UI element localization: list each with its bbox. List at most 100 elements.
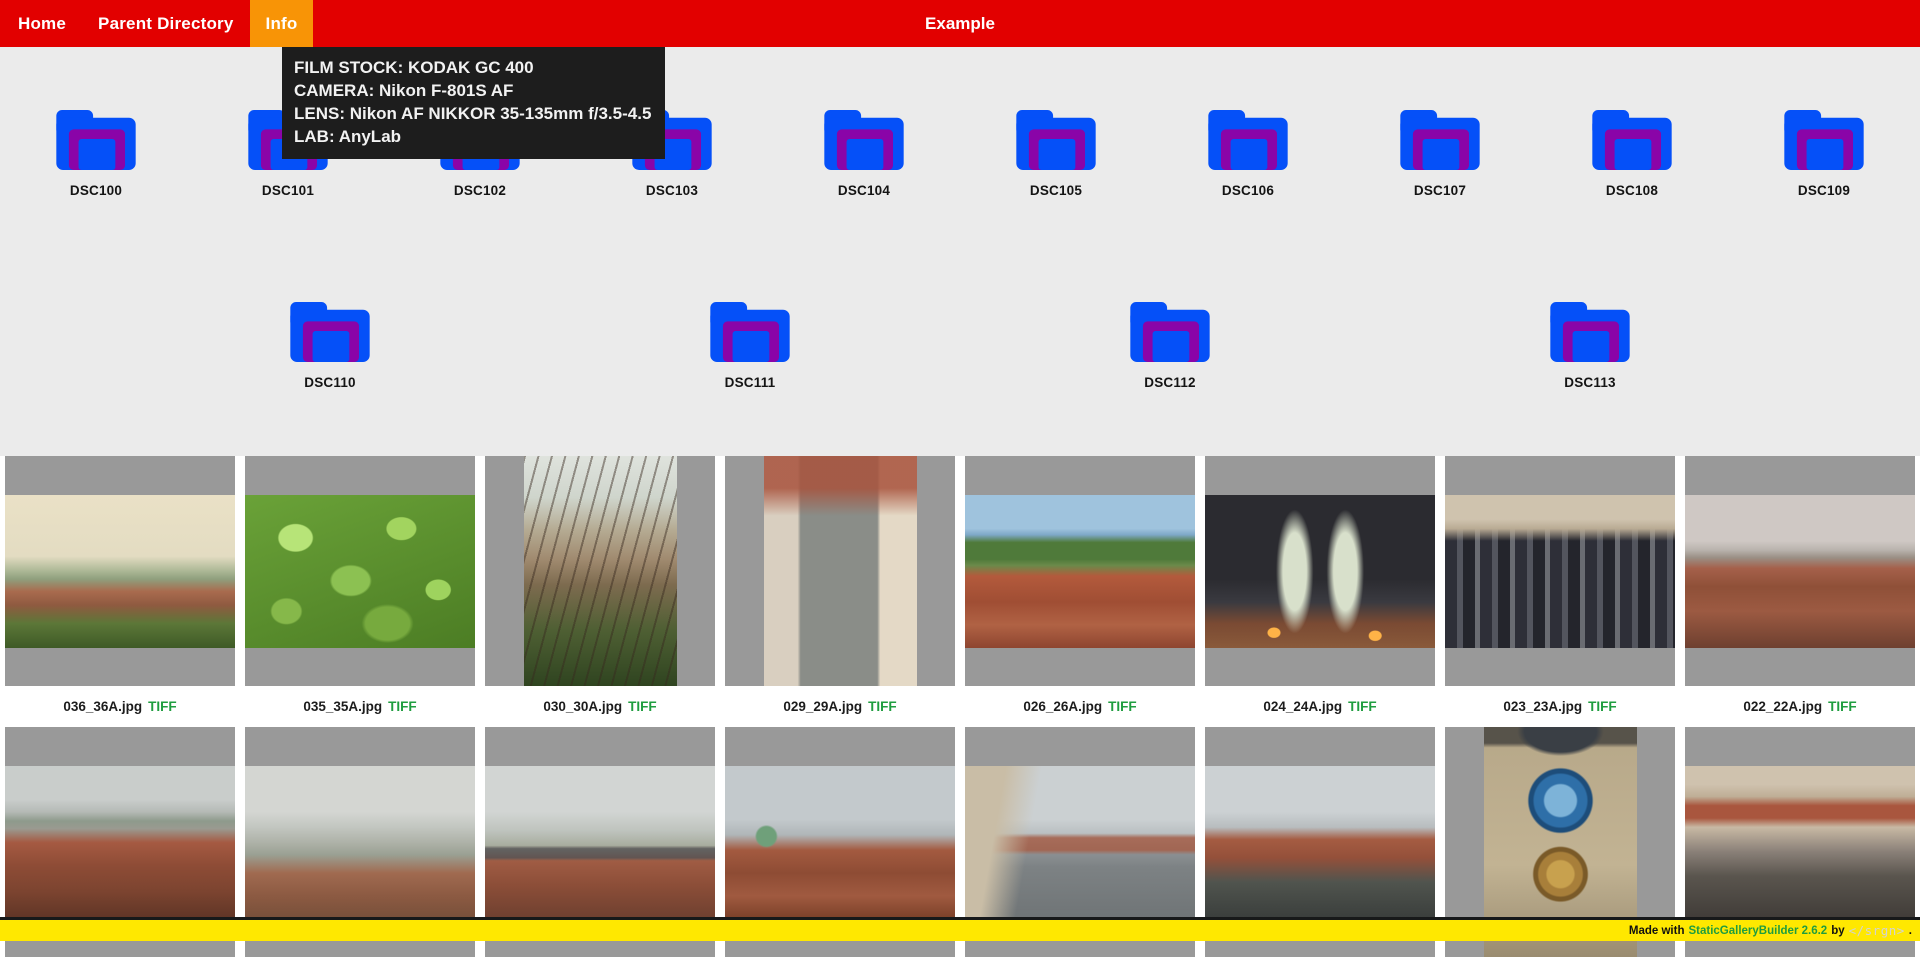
photo-church-night <box>1205 495 1435 648</box>
folder-label: DSC112 <box>1144 375 1195 390</box>
folder-icon <box>55 110 137 170</box>
folder-item-dsc106[interactable]: DSC106 <box>1152 110 1344 198</box>
folder-item-dsc113[interactable]: DSC113 <box>1494 302 1686 390</box>
folder-icon <box>1015 110 1097 170</box>
photo-riverfront-roofs <box>1205 766 1435 919</box>
gallery-section: 036_36A.jpg TIFF 035_35A.jpg TIFF 030_30A.… <box>0 456 1920 957</box>
photo-aerial-street <box>764 456 917 686</box>
photo-rooftops-hill <box>965 495 1195 648</box>
folder-label: DSC107 <box>1414 183 1466 198</box>
thumbnail-024-24a[interactable] <box>1205 456 1435 686</box>
tiff-link[interactable]: TIFF <box>1348 699 1377 714</box>
nav-item-home[interactable]: Home <box>2 0 82 47</box>
tiff-link[interactable]: TIFF <box>1588 699 1617 714</box>
folder-item-dsc111[interactable]: DSC111 <box>654 302 846 390</box>
folders-row-2: DSC110 DSC111 DSC112 DSC113 <box>0 302 1920 390</box>
filename-label: 024_24A.jpg <box>1263 699 1342 714</box>
gallery-row-1: 036_36A.jpg TIFF 035_35A.jpg TIFF 030_30A.… <box>0 456 1920 727</box>
folder-icon <box>823 110 905 170</box>
photo-rooftops-green-dome <box>725 766 955 919</box>
photo-green-foliage <box>245 495 475 648</box>
gallery-item: 022_22A.jpg TIFF <box>1685 456 1915 727</box>
folder-label: DSC102 <box>454 183 506 198</box>
folder-icon <box>1207 110 1289 170</box>
gallery-item: 036_36A.jpg TIFF <box>5 456 235 727</box>
folder-label: DSC100 <box>70 183 122 198</box>
folder-label: DSC104 <box>838 183 890 198</box>
folder-label: DSC106 <box>1222 183 1274 198</box>
tooltip-line-lab: LAB: AnyLab <box>294 125 651 148</box>
folder-item-dsc110[interactable]: DSC110 <box>234 302 426 390</box>
gallery-item: 026_26A.jpg TIFF <box>965 456 1195 727</box>
gallery-title: Example <box>925 0 995 47</box>
folder-item-dsc105[interactable]: DSC105 <box>960 110 1152 198</box>
thumbnail-036-36a[interactable] <box>5 456 235 686</box>
nav-item-info[interactable]: Info <box>250 0 314 47</box>
photo-river-bridge-city <box>485 766 715 919</box>
gallery-item: 029_29A.jpg TIFF <box>725 456 955 727</box>
folder-label: DSC113 <box>1564 375 1615 390</box>
photo-city-panorama <box>5 495 235 648</box>
filename-label: 022_22A.jpg <box>1743 699 1822 714</box>
folder-label: DSC110 <box>304 375 355 390</box>
gallery-item: 035_35A.jpg TIFF <box>245 456 475 727</box>
gallery-item: 024_24A.jpg TIFF <box>1205 456 1435 727</box>
footer-author-link[interactable]: </srgn> <box>1849 923 1905 938</box>
photo-street-crowd <box>1685 766 1915 919</box>
photo-crowd-bridge <box>1445 495 1675 648</box>
footer-bar: Made with StaticGalleryBuilder 2.6.2 by … <box>0 917 1920 941</box>
tiff-link[interactable]: TIFF <box>1828 699 1857 714</box>
tooltip-line-lens: LENS: Nikon AF NIKKOR 35-135mm f/3.5-4.5 <box>294 102 651 125</box>
filename-label: 035_35A.jpg <box>303 699 382 714</box>
thumbnail-026-26a[interactable] <box>965 456 1195 686</box>
photo-castle-rooftops <box>5 766 235 919</box>
gallery-item: 023_23A.jpg TIFF <box>1445 456 1675 727</box>
folder-icon <box>1549 302 1631 362</box>
folder-item-dsc104[interactable]: DSC104 <box>768 110 960 198</box>
thumbnail-022-22a[interactable] <box>1685 456 1915 686</box>
tiff-link[interactable]: TIFF <box>148 699 177 714</box>
filename-label: 023_23A.jpg <box>1503 699 1582 714</box>
thumbnail-035-35a[interactable] <box>245 456 475 686</box>
photo-statue-river-boat <box>965 766 1195 919</box>
top-nav: Home Parent Directory Info Example <box>0 0 1920 47</box>
thumbnail-029-29a[interactable] <box>725 456 955 686</box>
footer-by: by <box>1831 925 1844 937</box>
thumbnail-030-30a[interactable] <box>485 456 715 686</box>
folder-item-dsc107[interactable]: DSC107 <box>1344 110 1536 198</box>
filename-label: 026_26A.jpg <box>1023 699 1102 714</box>
folder-icon <box>709 302 791 362</box>
photo-hazy-river-panorama <box>245 766 475 919</box>
tiff-link[interactable]: TIFF <box>388 699 417 714</box>
tiff-link[interactable]: TIFF <box>1108 699 1137 714</box>
folder-icon <box>1591 110 1673 170</box>
info-tooltip: FILM STOCK: KODAK GC 400 CAMERA: Nikon F… <box>282 47 665 159</box>
folder-icon <box>1399 110 1481 170</box>
folder-label: DSC105 <box>1030 183 1082 198</box>
folder-item-dsc108[interactable]: DSC108 <box>1536 110 1728 198</box>
folder-label: DSC109 <box>1798 183 1850 198</box>
tooltip-line-film-stock: FILM STOCK: KODAK GC 400 <box>294 56 651 79</box>
folder-icon <box>1783 110 1865 170</box>
folder-item-dsc100[interactable]: DSC100 <box>0 110 192 198</box>
folder-item-dsc109[interactable]: DSC109 <box>1728 110 1920 198</box>
nav-links: Home Parent Directory Info <box>0 0 313 47</box>
gallery-item: 030_30A.jpg TIFF <box>485 456 715 727</box>
footer-period: . <box>1909 925 1912 937</box>
thumbnail-023-23a[interactable] <box>1445 456 1675 686</box>
folder-label: DSC103 <box>646 183 698 198</box>
folder-label: DSC108 <box>1606 183 1658 198</box>
nav-item-parent-directory[interactable]: Parent Directory <box>82 0 249 47</box>
photo-bare-tree-city <box>524 456 677 686</box>
tiff-link[interactable]: TIFF <box>628 699 657 714</box>
filename-label: 036_36A.jpg <box>63 699 142 714</box>
filename-label: 030_30A.jpg <box>543 699 622 714</box>
folder-label: DSC111 <box>725 375 776 390</box>
tiff-link[interactable]: TIFF <box>868 699 897 714</box>
tooltip-line-camera: CAMERA: Nikon F-801S AF <box>294 79 651 102</box>
folder-icon <box>1129 302 1211 362</box>
folder-item-dsc112[interactable]: DSC112 <box>1074 302 1266 390</box>
filename-label: 029_29A.jpg <box>783 699 862 714</box>
folder-icon <box>289 302 371 362</box>
footer-builder-link[interactable]: StaticGalleryBuilder 2.6.2 <box>1688 925 1827 937</box>
